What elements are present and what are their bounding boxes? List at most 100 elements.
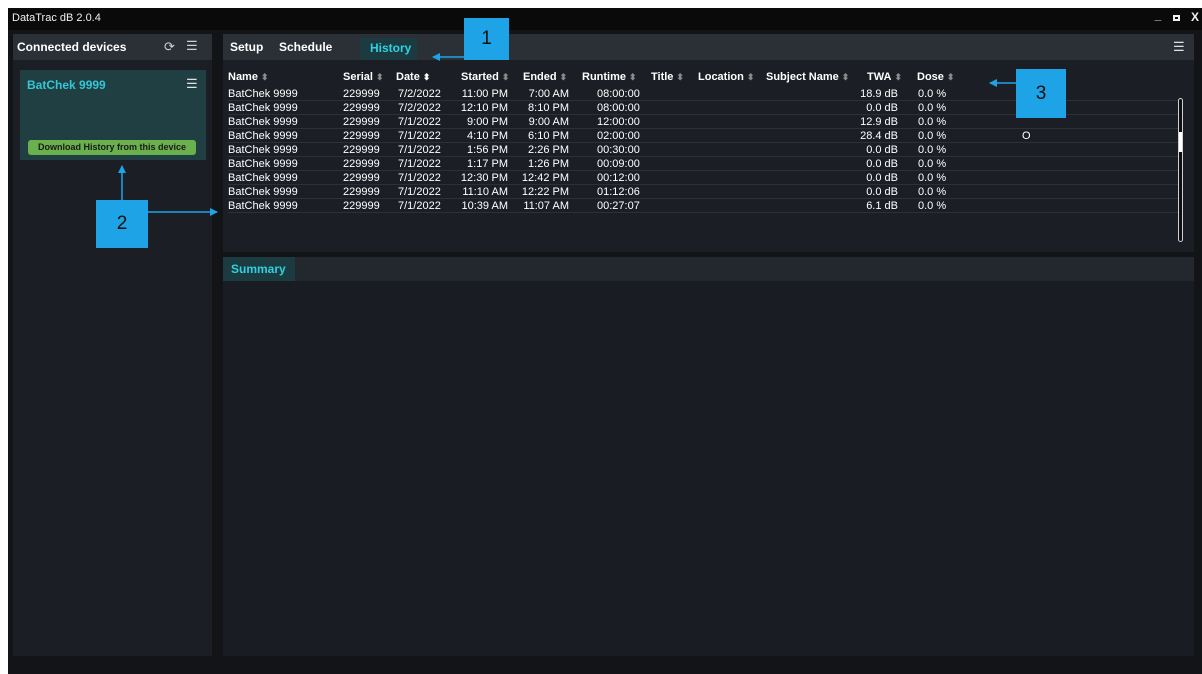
cell-ended: 12:42 PM bbox=[521, 172, 569, 184]
cell-dose: 0.0 % bbox=[918, 200, 947, 212]
cell-serial: 229999 bbox=[343, 88, 380, 100]
column-header-location[interactable]: Location ⬍ bbox=[698, 71, 754, 83]
cell-serial: 229999 bbox=[343, 116, 380, 128]
sort-icon: ⬍ bbox=[375, 72, 384, 82]
table-row[interactable]: BatChek 9999 229999 7/1/2022 1:56 PM 2:26 PM… bbox=[228, 143, 1183, 157]
table-row[interactable]: BatChek 9999 229999 7/1/2022 10:39 AM 11:07 … bbox=[228, 199, 1183, 213]
cell-runtime: 00:30:00 bbox=[597, 144, 640, 156]
cell-runtime: 12:00:00 bbox=[597, 116, 640, 128]
column-header-name[interactable]: Name ⬍ bbox=[228, 71, 269, 83]
cell-runtime: 08:00:00 bbox=[597, 88, 640, 100]
cell-serial: 229999 bbox=[343, 200, 380, 212]
device-menu-icon[interactable]: ☰ bbox=[186, 76, 198, 92]
column-header-dose[interactable]: Dose ⬍ bbox=[917, 71, 954, 83]
tab-menu-icon[interactable]: ☰ bbox=[1173, 39, 1185, 55]
column-header-subject-name[interactable]: Subject Name ⬍ bbox=[766, 71, 849, 83]
cell-started: 11:00 PM bbox=[461, 88, 508, 100]
cell-name: BatChek 9999 bbox=[228, 200, 298, 212]
cell-serial: 229999 bbox=[343, 102, 380, 114]
cell-runtime: 08:00:00 bbox=[597, 102, 640, 114]
tab-schedule[interactable]: Schedule bbox=[279, 40, 332, 54]
cell-twa: 18.9 dB bbox=[860, 88, 898, 100]
sort-icon: ⬍ bbox=[260, 72, 269, 82]
cell-name: BatChek 9999 bbox=[228, 116, 298, 128]
summary-panel: Summary bbox=[223, 257, 1194, 656]
cell-runtime: 00:12:00 bbox=[597, 172, 640, 184]
cell-twa: 0.0 dB bbox=[866, 102, 898, 114]
cell-started: 11:10 AM bbox=[462, 186, 508, 198]
cell-serial: 229999 bbox=[343, 186, 380, 198]
cell-date: 7/2/2022 bbox=[398, 88, 441, 100]
callout-3: 3 bbox=[1016, 69, 1066, 118]
cell-name: BatChek 9999 bbox=[228, 158, 298, 170]
cell-dose: 0.0 % bbox=[918, 130, 947, 142]
close-button[interactable]: X bbox=[1188, 10, 1202, 24]
summary-tab-bar: Summary bbox=[223, 257, 1194, 281]
column-header-ended[interactable]: Ended ⬍ bbox=[523, 71, 567, 83]
tab-setup[interactable]: Setup bbox=[230, 40, 263, 54]
cell-twa: 12.9 dB bbox=[860, 116, 898, 128]
cell-twa: 0.0 dB bbox=[866, 186, 898, 198]
cell-ended: 8:10 PM bbox=[528, 102, 569, 114]
main-tab-bar: Setup Schedule History ☰ bbox=[223, 34, 1194, 60]
cell-started: 1:17 PM bbox=[467, 158, 508, 170]
cell-name: BatChek 9999 bbox=[228, 102, 298, 114]
title-bar: DataTrac dB 2.0.4 _ X bbox=[8, 8, 1202, 30]
history-panel: Setup Schedule History ☰ Name ⬍ Serial ⬍ D… bbox=[223, 34, 1194, 252]
cell-started: 9:00 PM bbox=[467, 116, 508, 128]
panel-menu-icon[interactable]: ☰ bbox=[186, 38, 198, 54]
table-row[interactable]: BatChek 9999 229999 7/1/2022 12:30 PM 12:42 … bbox=[228, 171, 1183, 185]
device-name: BatChek 9999 bbox=[27, 78, 106, 92]
cell-date: 7/1/2022 bbox=[398, 186, 441, 198]
cell-date: 7/2/2022 bbox=[398, 102, 441, 114]
cell-name: BatChek 9999 bbox=[228, 130, 298, 142]
table-row[interactable]: BatChek 9999 229999 7/1/2022 11:10 AM 12:22 … bbox=[228, 185, 1183, 199]
table-scrollbar-thumb[interactable] bbox=[1179, 132, 1182, 152]
cell-name: BatChek 9999 bbox=[228, 88, 298, 100]
cell-date: 7/1/2022 bbox=[398, 158, 441, 170]
cell-dose: 0.0 % bbox=[918, 172, 947, 184]
tab-history[interactable]: History bbox=[360, 38, 418, 60]
sort-icon: ⬍ bbox=[501, 72, 510, 82]
table-row[interactable]: BatChek 9999 229999 7/1/2022 1:17 PM 1:26 PM… bbox=[228, 157, 1183, 171]
cell-serial: 229999 bbox=[343, 158, 380, 170]
column-header-started[interactable]: Started ⬍ bbox=[461, 71, 509, 83]
callout-2: 2 bbox=[96, 200, 148, 248]
minimize-button[interactable]: _ bbox=[1151, 8, 1165, 22]
cell-ended: 9:00 AM bbox=[528, 116, 569, 128]
cell-twa: 0.0 dB bbox=[866, 144, 898, 156]
cell-name: BatChek 9999 bbox=[228, 144, 298, 156]
cell-runtime: 00:27:07 bbox=[597, 200, 640, 212]
table-scrollbar[interactable] bbox=[1178, 98, 1183, 242]
maximize-icon bbox=[1172, 15, 1180, 21]
cell-ended: 12:22 PM bbox=[521, 186, 569, 198]
cell-ended: 1:26 PM bbox=[528, 158, 569, 170]
cell-twa: 0.0 dB bbox=[866, 172, 898, 184]
cell-dose: 0.0 % bbox=[918, 116, 947, 128]
cell-date: 7/1/2022 bbox=[398, 172, 441, 184]
connected-devices-title: Connected devices bbox=[17, 40, 127, 54]
sort-active-icon: ⬍ bbox=[422, 72, 431, 82]
column-header-date[interactable]: Date ⬍ bbox=[396, 71, 430, 83]
column-header-serial[interactable]: Serial ⬍ bbox=[343, 71, 384, 83]
cell-started: 1:56 PM bbox=[467, 144, 508, 156]
device-card[interactable]: BatChek 9999 ☰ Download History from thi… bbox=[20, 70, 206, 160]
table-row[interactable]: BatChek 9999 229999 7/1/2022 4:10 PM 6:10 PM… bbox=[228, 129, 1183, 143]
cell-dose: 0.0 % bbox=[918, 88, 947, 100]
refresh-icon[interactable]: ⟳ bbox=[164, 39, 175, 55]
tab-summary[interactable]: Summary bbox=[223, 257, 295, 281]
cell-dose: 0.0 % bbox=[918, 158, 947, 170]
cell-dose: 0.0 % bbox=[918, 186, 947, 198]
column-header-title[interactable]: Title ⬍ bbox=[651, 71, 684, 83]
column-header-runtime[interactable]: Runtime ⬍ bbox=[582, 71, 637, 83]
column-header-twa[interactable]: TWA ⬍ bbox=[867, 71, 902, 83]
cell-dose: 0.0 % bbox=[918, 102, 947, 114]
cell-name: BatChek 9999 bbox=[228, 186, 298, 198]
cell-runtime: 02:00:00 bbox=[597, 130, 640, 142]
connected-devices-header: Connected devices ⟳ ☰ bbox=[13, 34, 212, 60]
download-history-button[interactable]: Download History from this device bbox=[28, 140, 196, 155]
sort-icon: ⬍ bbox=[676, 72, 684, 82]
maximize-button[interactable] bbox=[1169, 10, 1183, 24]
sort-icon: ⬍ bbox=[946, 72, 955, 82]
cell-runtime: 00:09:00 bbox=[597, 158, 640, 170]
